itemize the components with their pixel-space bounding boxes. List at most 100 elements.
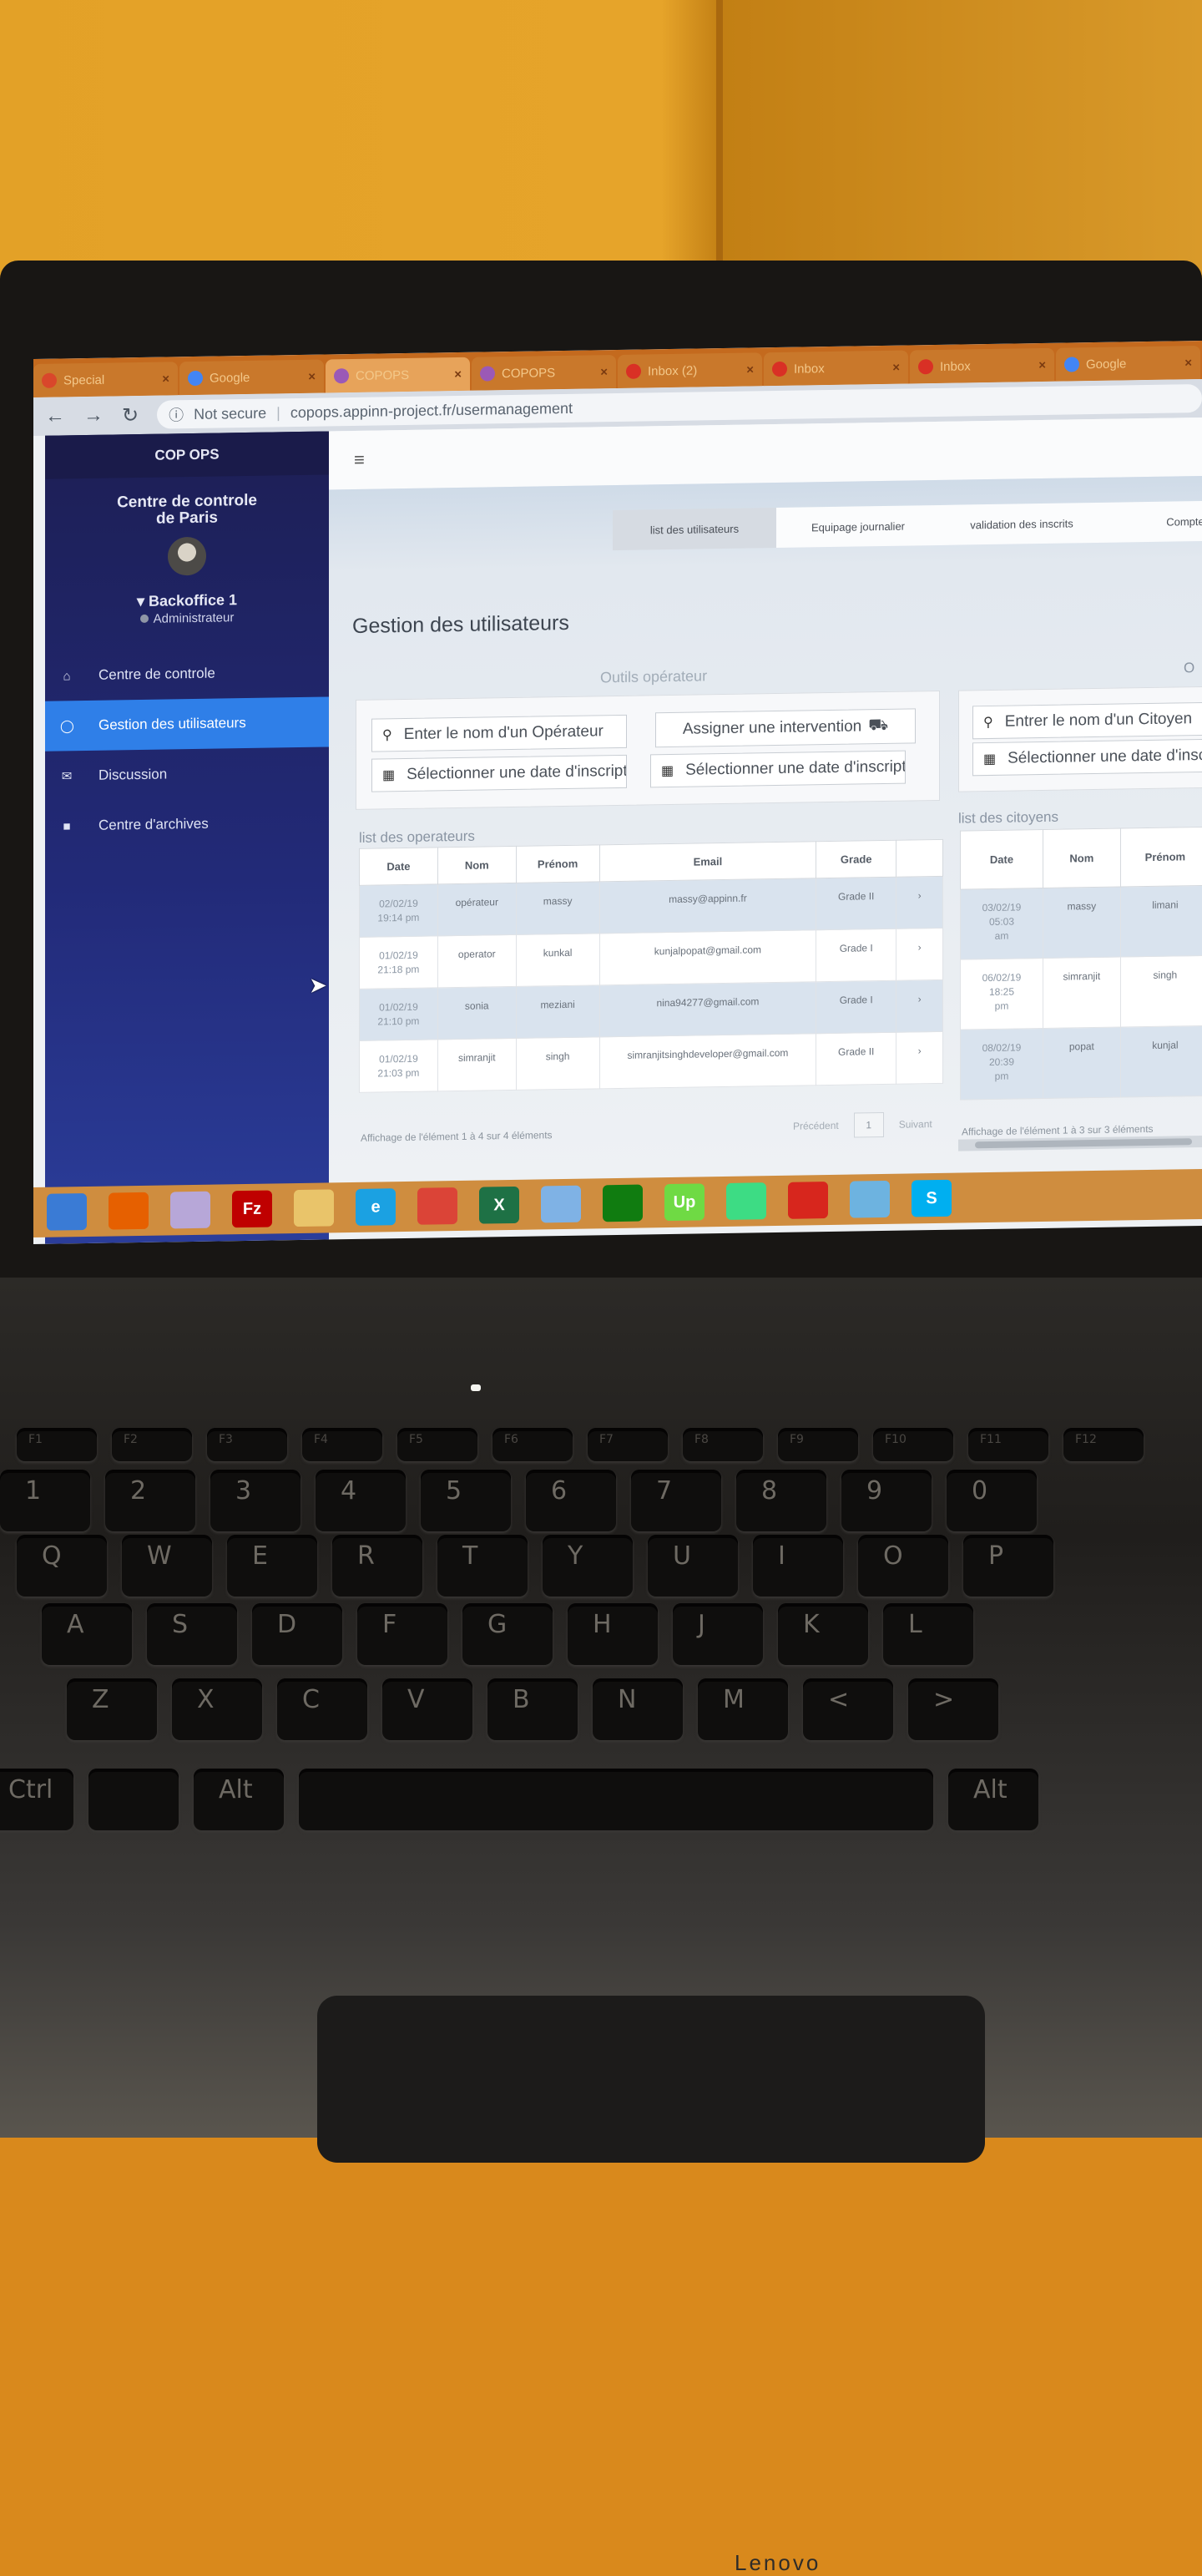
keyboard-key[interactable]: J bbox=[673, 1603, 763, 1665]
table-row[interactable]: 08/02/1920:39pmpopatkunjal bbox=[961, 1025, 1202, 1100]
browser-tab[interactable]: Inbox (2)× bbox=[618, 352, 762, 388]
keyboard-key[interactable]: F1 bbox=[17, 1428, 97, 1461]
operator-search-input[interactable]: ⚲ Enter le nom d'un Opérateur bbox=[371, 715, 627, 752]
user-name[interactable]: ▾ Backoffice 1 bbox=[45, 590, 329, 611]
cell-action[interactable]: › bbox=[896, 1031, 943, 1084]
keyboard-key[interactable] bbox=[299, 1769, 933, 1830]
chrome-icon[interactable] bbox=[417, 1187, 457, 1225]
keyboard-key[interactable]: P bbox=[963, 1535, 1053, 1597]
operator-date-input-2[interactable]: ▦ Sélectionner une date d'inscription bbox=[650, 751, 906, 788]
keyboard-key[interactable]: F4 bbox=[302, 1428, 382, 1461]
keyboard-key[interactable]: M bbox=[698, 1678, 788, 1740]
keyboard-key[interactable]: F7 bbox=[588, 1428, 668, 1461]
cell-action[interactable]: › bbox=[896, 876, 943, 929]
firefox-icon[interactable] bbox=[109, 1192, 149, 1230]
keyboard-key[interactable]: F6 bbox=[492, 1428, 573, 1461]
notes-icon[interactable] bbox=[850, 1181, 890, 1218]
chevron-right-icon[interactable]: › bbox=[918, 1045, 922, 1056]
citizens-horizontal-scrollbar[interactable] bbox=[958, 1136, 1202, 1151]
close-tab-icon[interactable]: × bbox=[746, 362, 754, 377]
keyboard-key[interactable]: Ctrl bbox=[0, 1769, 73, 1830]
keyboard-key[interactable]: 8 bbox=[736, 1470, 826, 1531]
internet-explorer-icon[interactable]: e bbox=[356, 1188, 396, 1226]
keyboard-key[interactable]: K bbox=[778, 1603, 868, 1665]
keyboard-key[interactable]: 6 bbox=[526, 1470, 616, 1531]
keyboard-key[interactable]: V bbox=[382, 1678, 472, 1740]
keyboard-key[interactable]: I bbox=[753, 1535, 843, 1597]
tab-validation-inscrits[interactable]: validation des inscrits bbox=[940, 503, 1104, 545]
column-header-date[interactable]: Date bbox=[360, 848, 438, 885]
keyboard-key[interactable]: F10 bbox=[873, 1428, 953, 1461]
android-studio-icon[interactable] bbox=[726, 1182, 766, 1220]
chevron-right-icon[interactable]: › bbox=[918, 941, 922, 953]
keyboard-key[interactable]: Q bbox=[17, 1535, 107, 1597]
pagination-previous[interactable]: Précédent bbox=[793, 1120, 839, 1132]
keyboard-key[interactable]: Y bbox=[543, 1535, 633, 1597]
table-row[interactable]: 01/02/1921:03 pmsimranjitsinghsimranjits… bbox=[360, 1031, 943, 1092]
app-icon[interactable] bbox=[170, 1192, 210, 1229]
keyboard-key[interactable]: < bbox=[803, 1678, 893, 1740]
keyboard-key[interactable]: Z bbox=[67, 1678, 157, 1740]
info-icon[interactable]: ⓘ bbox=[169, 403, 184, 425]
reload-icon[interactable]: ↻ bbox=[122, 403, 139, 428]
keyboard-key[interactable]: F11 bbox=[968, 1428, 1048, 1461]
keyboard-key[interactable]: 1 bbox=[0, 1470, 90, 1531]
url-text[interactable]: copops.appinn-project.fr/usermanagement bbox=[290, 399, 573, 421]
column-header-prenom[interactable]: Prénom bbox=[516, 845, 599, 883]
acrobat-icon[interactable] bbox=[788, 1182, 828, 1219]
app-brand[interactable]: COP OPS bbox=[45, 431, 329, 478]
keyboard-key[interactable]: B bbox=[487, 1678, 578, 1740]
keyboard-key[interactable]: N bbox=[593, 1678, 683, 1740]
cell-action[interactable]: › bbox=[896, 979, 943, 1032]
close-tab-icon[interactable]: × bbox=[892, 360, 900, 374]
column-header-date[interactable]: Date bbox=[961, 830, 1043, 890]
browser-tab[interactable]: Inbox× bbox=[910, 348, 1054, 384]
keyboard-key[interactable]: 3 bbox=[210, 1470, 300, 1531]
column-header-nom[interactable]: Nom bbox=[1043, 828, 1120, 888]
back-arrow-icon[interactable]: ← bbox=[45, 404, 65, 428]
citizen-date-input[interactable]: ▦ Sélectionner une date d'inscription bbox=[972, 739, 1202, 777]
excel-icon[interactable]: X bbox=[479, 1187, 519, 1224]
sidebar-item-centre-de-controle[interactable]: ⌂ Centre de controle bbox=[45, 646, 329, 701]
keyboard-key[interactable]: U bbox=[648, 1535, 738, 1597]
keyboard-key[interactable] bbox=[88, 1769, 179, 1830]
keyboard-key[interactable]: A bbox=[42, 1603, 132, 1665]
chevron-right-icon[interactable]: › bbox=[918, 993, 922, 1005]
keyboard-key[interactable]: F3 bbox=[207, 1428, 287, 1461]
upwork-icon[interactable]: Up bbox=[664, 1183, 705, 1221]
browser-tab[interactable]: Google× bbox=[179, 360, 324, 396]
keyboard-key[interactable]: 2 bbox=[105, 1470, 195, 1531]
browser-tab[interactable]: Special× bbox=[33, 362, 178, 397]
keyboard-key[interactable]: 0 bbox=[947, 1470, 1037, 1531]
table-row[interactable]: 01/02/1921:18 pmoperatorkunkalkunjalpopa… bbox=[360, 928, 943, 989]
keyboard-key[interactable]: O bbox=[858, 1535, 948, 1597]
sidebar-item-archives[interactable]: ■ Centre d'archives bbox=[45, 797, 329, 851]
close-tab-icon[interactable]: × bbox=[454, 367, 462, 381]
pagination-next[interactable]: Suivant bbox=[899, 1118, 932, 1131]
browser-tab[interactable]: Inbox× bbox=[764, 351, 908, 387]
sidebar-item-discussion[interactable]: ✉ Discussion bbox=[45, 746, 329, 801]
keyboard-key[interactable]: Alt bbox=[194, 1769, 284, 1830]
avatar[interactable] bbox=[168, 537, 206, 576]
table-row[interactable]: 02/02/1919:14 pmopérateurmassymassy@appi… bbox=[360, 876, 943, 937]
keyboard-key[interactable]: H bbox=[568, 1603, 658, 1665]
assign-intervention-button[interactable]: Assigner une intervention ⛟ bbox=[655, 708, 916, 747]
operator-date-input[interactable]: ▦ Sélectionner une date d'inscription bbox=[371, 755, 627, 792]
keyboard-key[interactable]: Alt bbox=[948, 1769, 1038, 1830]
column-header-email[interactable]: Email bbox=[599, 842, 816, 882]
keyboard-key[interactable]: S bbox=[147, 1603, 237, 1665]
cell-action[interactable]: › bbox=[896, 928, 943, 980]
skype-icon[interactable]: S bbox=[912, 1180, 952, 1217]
keyboard-key[interactable]: X bbox=[172, 1678, 262, 1740]
close-tab-icon[interactable]: × bbox=[162, 372, 169, 386]
paint-icon[interactable] bbox=[541, 1186, 581, 1223]
keyboard-key[interactable]: W bbox=[122, 1535, 212, 1597]
windows-start-icon[interactable] bbox=[47, 1193, 87, 1231]
column-header-prenom[interactable]: Prénom bbox=[1120, 827, 1202, 887]
pagination-page-1[interactable]: 1 bbox=[854, 1112, 884, 1138]
keyboard-key[interactable]: F2 bbox=[112, 1428, 192, 1461]
close-tab-icon[interactable]: × bbox=[1184, 356, 1192, 370]
keyboard-key[interactable]: > bbox=[908, 1678, 998, 1740]
chevron-right-icon[interactable]: › bbox=[918, 889, 922, 901]
keyboard-key[interactable]: L bbox=[883, 1603, 973, 1665]
